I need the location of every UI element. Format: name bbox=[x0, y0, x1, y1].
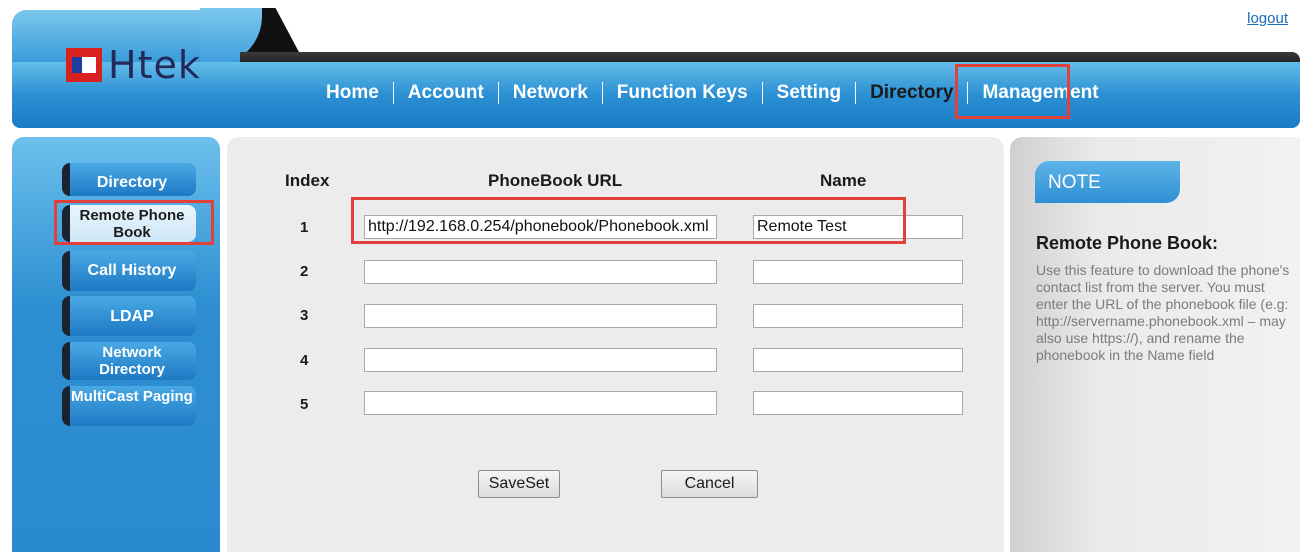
nav-directory[interactable]: Directory bbox=[856, 80, 967, 106]
phonebook-url-input-4[interactable] bbox=[364, 348, 717, 372]
brand-logo: Htek bbox=[66, 44, 201, 86]
column-header-index: Index bbox=[285, 171, 330, 190]
nav-account[interactable]: Account bbox=[394, 80, 498, 106]
nav-home[interactable]: Home bbox=[312, 80, 393, 106]
phonebook-name-input-5[interactable] bbox=[753, 391, 963, 415]
highlight-box-nav-directory bbox=[955, 64, 1070, 119]
phonebook-name-input-4[interactable] bbox=[753, 348, 963, 372]
sidebar-item-ldap[interactable]: LDAP bbox=[62, 296, 196, 336]
nav-network[interactable]: Network bbox=[499, 80, 602, 106]
nav-function-keys[interactable]: Function Keys bbox=[603, 80, 762, 106]
highlight-box-row-1 bbox=[351, 197, 906, 244]
phonebook-url-input-5[interactable] bbox=[364, 391, 717, 415]
note-body: Use this feature to download the phone's… bbox=[1036, 262, 1290, 363]
logout-link[interactable]: logout bbox=[1247, 10, 1288, 27]
sidebar-item-call-history[interactable]: Call History bbox=[62, 251, 196, 291]
column-header-url: PhoneBook URL bbox=[488, 171, 623, 190]
highlight-box-sidebar bbox=[54, 200, 214, 245]
row-index: 4 bbox=[300, 352, 309, 369]
nav-setting[interactable]: Setting bbox=[763, 80, 855, 106]
cancel-button[interactable]: Cancel bbox=[661, 470, 758, 498]
column-header-name: Name bbox=[820, 171, 867, 190]
sidebar-item-network-directory[interactable]: Network Directory bbox=[62, 342, 196, 380]
row-index: 3 bbox=[300, 307, 309, 324]
sidebar-item-directory[interactable]: Directory bbox=[62, 163, 196, 196]
row-index: 2 bbox=[300, 263, 309, 280]
note-tab-label: NOTE bbox=[1048, 172, 1101, 193]
logo-text: Htek bbox=[108, 43, 201, 87]
sidebar-item-multicast-paging[interactable]: MultiCast Paging bbox=[62, 386, 196, 426]
note-title: Remote Phone Book: bbox=[1036, 233, 1219, 253]
row-index: 1 bbox=[300, 219, 309, 236]
phonebook-url-input-2[interactable] bbox=[364, 260, 717, 284]
phonebook-name-input-2[interactable] bbox=[753, 260, 963, 284]
phonebook-url-input-3[interactable] bbox=[364, 304, 717, 328]
row-index: 5 bbox=[300, 396, 309, 413]
logo-mark-icon bbox=[66, 48, 102, 82]
phonebook-name-input-3[interactable] bbox=[753, 304, 963, 328]
saveset-button[interactable]: SaveSet bbox=[478, 470, 560, 498]
